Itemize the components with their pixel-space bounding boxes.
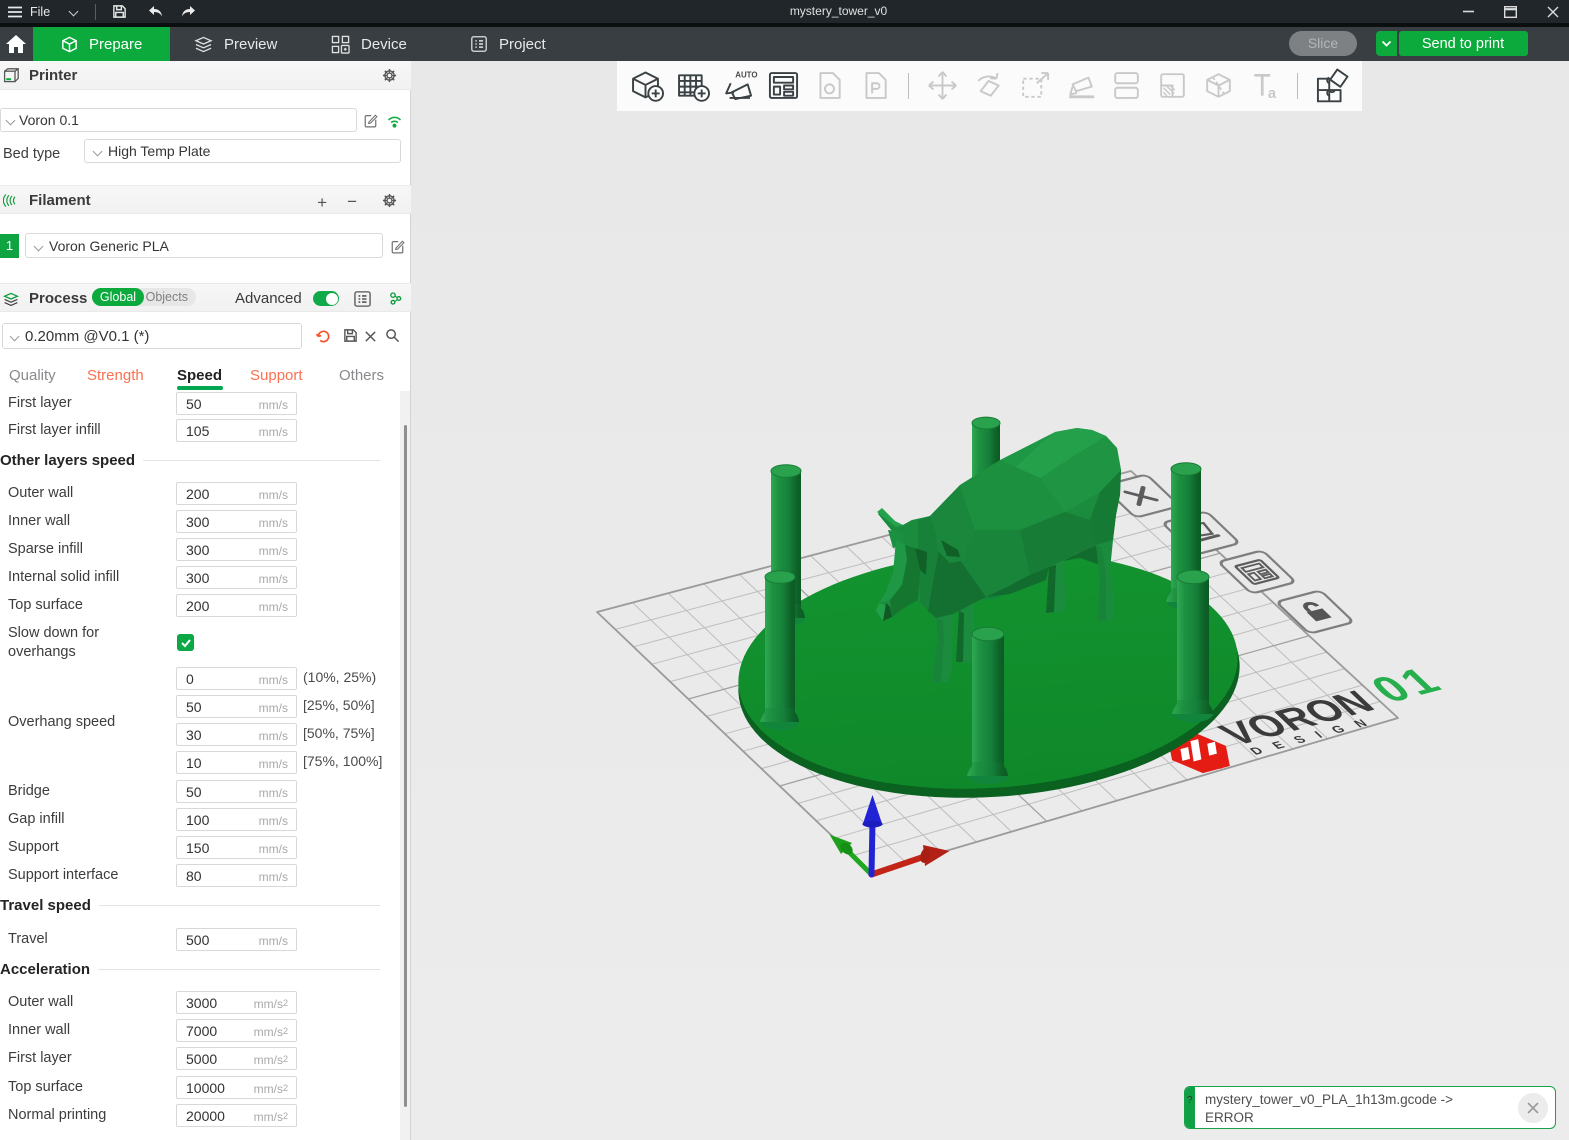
svg-text:AUTO: AUTO	[735, 71, 757, 80]
svg-text:01: 01	[1359, 659, 1454, 710]
svg-text:a: a	[1267, 86, 1276, 102]
svg-text:Send to print: Send to print	[1422, 36, 1504, 52]
